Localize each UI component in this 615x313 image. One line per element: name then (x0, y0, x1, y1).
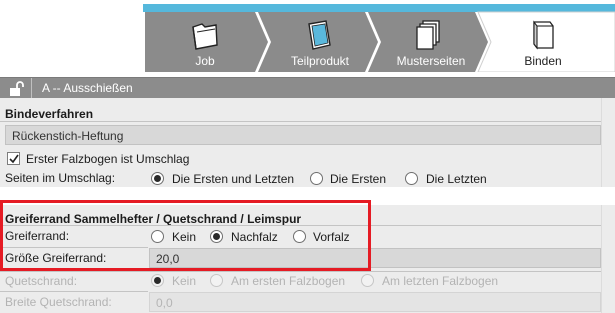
gripper-label: Greiferrand: (5, 229, 70, 243)
quetsch-label: Quetschrand: (5, 274, 78, 288)
quetsch-radio-kein[interactable] (151, 274, 164, 287)
gripper-option-kein: Kein (172, 230, 197, 244)
section-title: A -- Ausschießen (42, 81, 133, 95)
gripper-radio-kein[interactable] (151, 230, 164, 243)
workflow-tab-bar: Job Teilprodukt Musterseiten Binden (0, 0, 615, 72)
cover-pages-radio-last[interactable] (405, 172, 418, 185)
pages-stack-icon (416, 20, 440, 50)
first-fold-label: Erster Falzbogen ist Umschlag (26, 152, 190, 166)
tab-teilprodukt[interactable]: Teilprodukt (280, 54, 360, 68)
gripper-size-label: Größe Greiferrand: (5, 251, 107, 265)
gripper-option-nachfalz: Nachfalz (231, 230, 278, 244)
binding-heading: Bindeverfahren (5, 107, 94, 121)
gripper-option-vorfalz: Vorfalz (313, 230, 350, 244)
first-fold-checkbox[interactable] (7, 152, 20, 165)
section-header: A -- Ausschießen (0, 77, 615, 99)
gripper-heading: Greiferrand Sammelhefter / Quetschrand /… (5, 212, 302, 226)
tab-binden[interactable]: Binden (508, 54, 578, 68)
scroll-edge-lower (601, 205, 615, 313)
binding-method-field[interactable]: Rückenstich-Heftung (5, 125, 601, 145)
quetsch-option-first: Am ersten Falzbogen (231, 274, 346, 288)
quetsch-option-kein: Kein (172, 274, 197, 288)
divider (0, 225, 601, 226)
cover-pages-option-first: Die Ersten (330, 172, 387, 186)
checkmark-icon (9, 154, 19, 164)
cover-pages-option-last: Die Letzten (426, 172, 487, 186)
cover-pages-radio-first-last[interactable] (151, 172, 164, 185)
quetsch-radio-last[interactable] (361, 274, 374, 287)
tab-job[interactable]: Job (175, 54, 235, 68)
cover-pages-option-first-last: Die Ersten und Letzten (172, 172, 295, 186)
cover-pages-label: Seiten im Umschlag: (5, 171, 116, 185)
quetsch-width-label: Breite Quetschrand: (5, 295, 112, 309)
quetsch-width-input[interactable]: 0,0 (149, 292, 601, 312)
divider (0, 121, 601, 122)
divider (0, 247, 148, 248)
unlock-icon (9, 80, 24, 96)
job-folder-icon (192, 23, 218, 50)
quetsch-option-last: Am letzten Falzbogen (382, 274, 499, 288)
tab-musterseiten[interactable]: Musterseiten (386, 54, 476, 68)
divider (0, 291, 148, 292)
gripper-radio-vorfalz[interactable] (293, 230, 306, 243)
lock-toggle[interactable] (0, 78, 32, 99)
gripper-size-input[interactable]: 20,0 (149, 248, 601, 268)
divider (0, 271, 601, 272)
panel-gap (0, 187, 615, 205)
cover-pages-radio-first[interactable] (310, 172, 323, 185)
sheet-icon (308, 20, 331, 50)
book-binding-icon (533, 20, 554, 50)
quetsch-radio-first[interactable] (210, 274, 223, 287)
gripper-radio-nachfalz[interactable] (210, 230, 223, 243)
